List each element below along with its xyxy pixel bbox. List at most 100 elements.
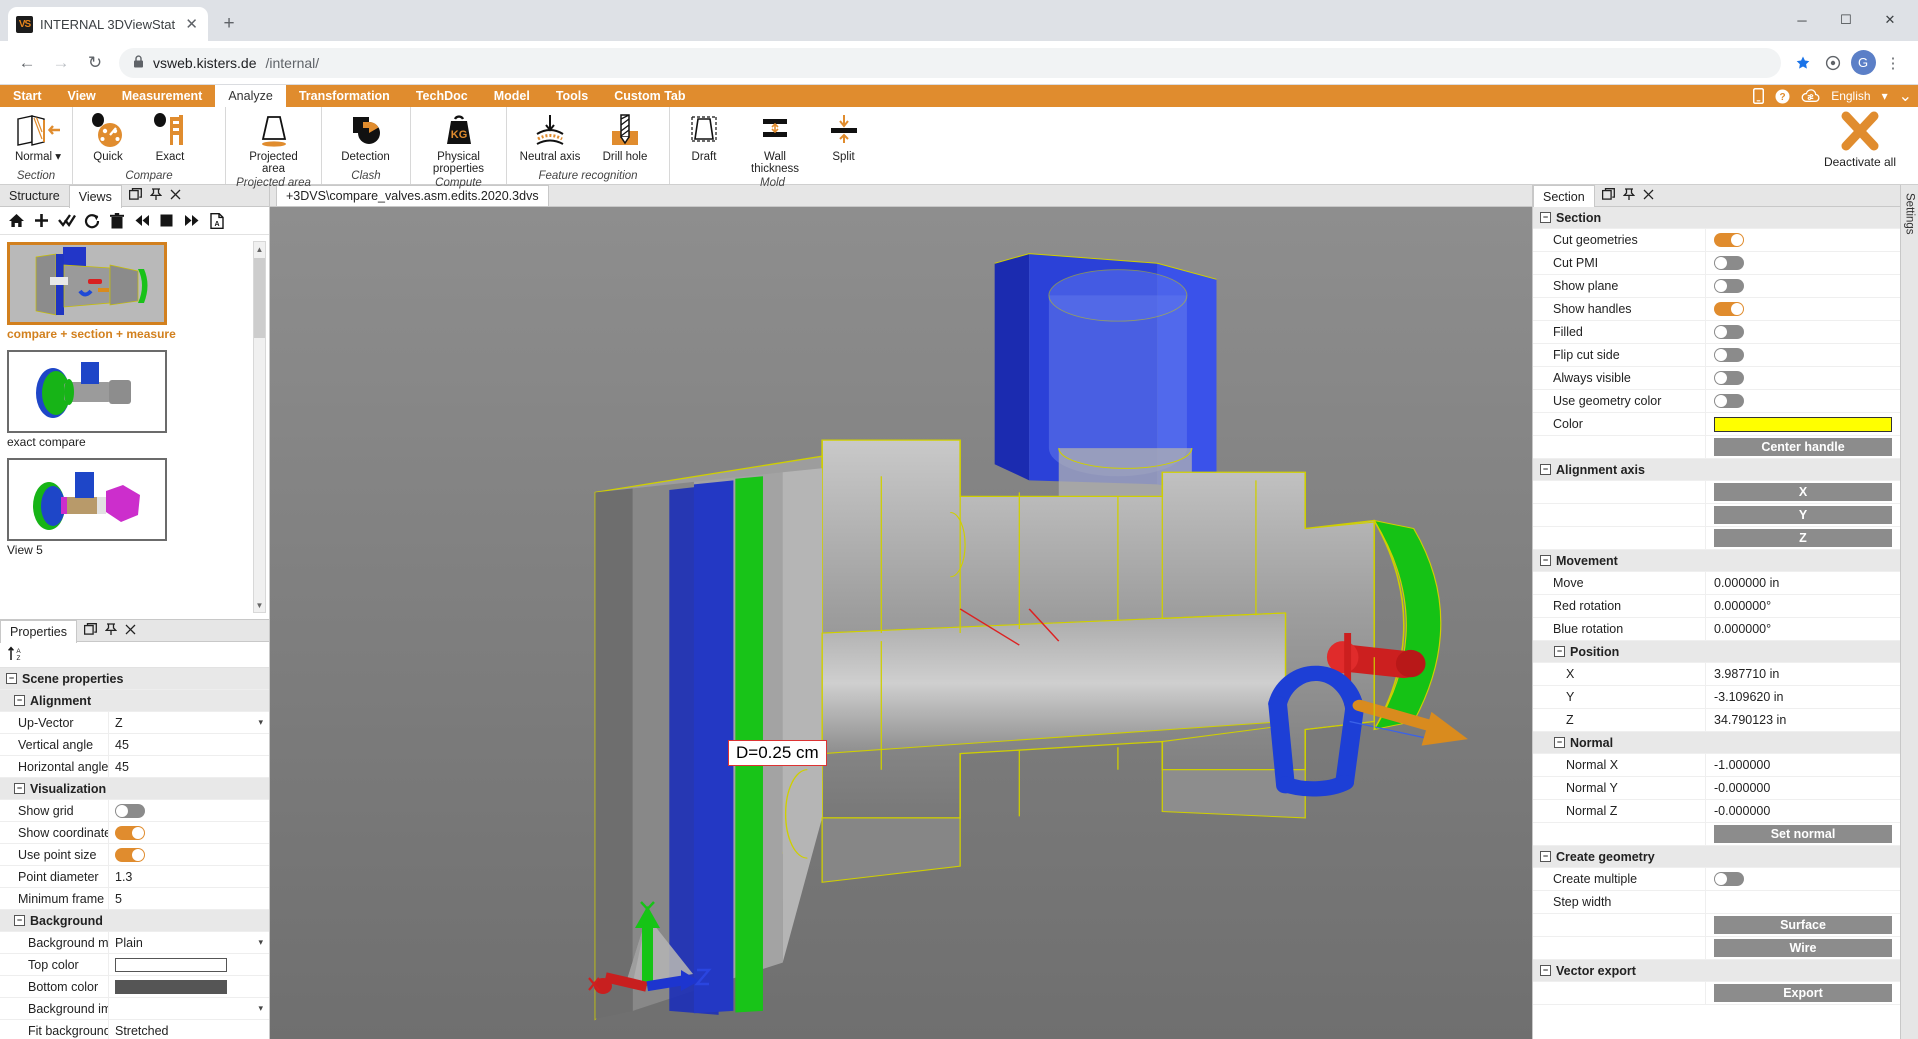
property-value[interactable]	[108, 976, 269, 997]
ribbon-tab-techdoc[interactable]: TechDoc	[403, 85, 481, 107]
scrollbar-thumb[interactable]	[254, 258, 265, 338]
undock-icon[interactable]	[1601, 188, 1615, 203]
ribbon-tab-tools[interactable]: Tools	[543, 85, 601, 107]
chevron-down-icon[interactable]: ▾	[258, 1003, 263, 1014]
refresh-icon[interactable]	[79, 208, 104, 233]
ribbon-button-exact-compare[interactable]: Exact	[139, 110, 201, 164]
delete-icon[interactable]	[104, 208, 129, 233]
collapse-icon[interactable]: −	[1554, 737, 1565, 748]
toggle-switch[interactable]	[1714, 371, 1744, 385]
ribbon-tab-analyze[interactable]: Analyze	[215, 85, 286, 107]
property-value[interactable]	[1705, 298, 1900, 320]
scroll-up-icon[interactable]: ▲	[254, 242, 265, 256]
property-value[interactable]: 0.000000°	[1705, 618, 1900, 640]
action-button[interactable]: Y	[1714, 506, 1892, 524]
action-button[interactable]: Surface	[1714, 916, 1892, 934]
help-icon[interactable]: ?	[1775, 89, 1790, 104]
url-input[interactable]: vsweb.kisters.de/internal/	[119, 47, 1781, 78]
property-value[interactable]: 0.000000°	[1705, 595, 1900, 617]
action-button[interactable]: Z	[1714, 529, 1892, 547]
property-value[interactable]: -0.000000	[1705, 777, 1900, 799]
ribbon-button-neutral-axis[interactable]: Neutral axis	[511, 110, 589, 164]
ribbon-button-quick-compare[interactable]: Quick	[77, 110, 139, 164]
close-icon[interactable]	[170, 189, 181, 203]
ribbon-button-clash-detection[interactable]: Detection	[326, 110, 405, 164]
color-swatch[interactable]	[1714, 416, 1892, 432]
toggle-switch[interactable]	[1714, 256, 1744, 270]
3d-viewport[interactable]: D=0.25 cm	[270, 207, 1532, 1039]
toggle-switch[interactable]	[1714, 302, 1744, 316]
settings-rail[interactable]: Settings	[1900, 185, 1918, 1039]
property-group-header[interactable]: − Position	[1533, 641, 1900, 663]
property-value[interactable]	[108, 800, 269, 821]
action-button[interactable]: X	[1714, 483, 1892, 501]
color-swatch[interactable]	[115, 979, 227, 994]
property-value[interactable]: Center handle	[1705, 436, 1900, 458]
collapse-icon[interactable]: −	[14, 695, 25, 706]
profile-avatar[interactable]: G	[1848, 48, 1878, 78]
property-value[interactable]	[1705, 275, 1900, 297]
undock-icon[interactable]	[83, 623, 97, 638]
views-scrollbar[interactable]: ▲ ▼	[253, 241, 266, 613]
property-value[interactable]: -1.000000	[1705, 754, 1900, 776]
toggle-switch[interactable]	[115, 847, 145, 862]
stop-icon[interactable]	[154, 208, 179, 233]
browser-menu-icon[interactable]: ⋮	[1878, 48, 1908, 78]
language-label[interactable]: English	[1831, 89, 1870, 103]
toggle-switch[interactable]	[115, 803, 145, 818]
toggle-switch[interactable]	[1714, 348, 1744, 362]
ribbon-button-split[interactable]: Split	[816, 110, 871, 164]
color-swatch[interactable]	[115, 957, 227, 972]
property-value[interactable]	[1705, 868, 1900, 890]
pin-icon[interactable]	[104, 622, 118, 639]
maximize-button[interactable]: ☐	[1824, 6, 1868, 34]
pdf-export-icon[interactable]: A	[204, 208, 229, 233]
property-value[interactable]	[1705, 229, 1900, 251]
section-properties-grid[interactable]: − Section Cut geometries Cut PMI Show plane S…	[1533, 207, 1900, 1039]
ribbon-tab-model[interactable]: Model	[481, 85, 543, 107]
toggle-switch[interactable]	[1714, 233, 1744, 247]
view-thumbnail[interactable]	[7, 242, 167, 325]
action-button[interactable]: Center handle	[1714, 438, 1892, 456]
tab-structure[interactable]: Structure	[0, 185, 69, 207]
property-value[interactable]	[1705, 891, 1900, 913]
collapse-icon[interactable]: −	[1540, 965, 1551, 976]
tab-section[interactable]: Section	[1533, 184, 1595, 208]
property-value[interactable]: ▾	[108, 998, 269, 1019]
property-value[interactable]	[1705, 367, 1900, 389]
property-value[interactable]: 34.790123 in	[1705, 709, 1900, 731]
next-icon[interactable]	[179, 208, 204, 233]
property-value[interactable]: 1.3	[108, 866, 269, 887]
view-thumbnail[interactable]	[7, 458, 167, 541]
action-button[interactable]: Export	[1714, 984, 1892, 1002]
property-group-header[interactable]: − Movement	[1533, 550, 1900, 572]
property-value[interactable]	[1705, 252, 1900, 274]
ribbon-button-wall-thickness[interactable]: Wall thickness	[734, 110, 816, 177]
close-window-button[interactable]: ✕	[1868, 6, 1912, 34]
property-value[interactable]	[108, 954, 269, 975]
tab-properties[interactable]: Properties	[0, 619, 77, 643]
ribbon-tab-start[interactable]: Start	[0, 85, 54, 107]
property-group-header[interactable]: − Alignment	[0, 690, 269, 712]
ribbon-tab-view[interactable]: View	[54, 85, 108, 107]
tab-views[interactable]: Views	[68, 184, 122, 208]
collapse-icon[interactable]: −	[6, 673, 17, 684]
property-value[interactable]: Export	[1705, 982, 1900, 1004]
property-value[interactable]: Y	[1705, 504, 1900, 526]
close-icon[interactable]	[125, 624, 136, 638]
list-item[interactable]: compare + section + measure	[7, 242, 269, 341]
property-group-header[interactable]: − Normal	[1533, 732, 1900, 754]
property-value[interactable]	[1705, 344, 1900, 366]
pin-icon[interactable]	[1622, 187, 1636, 204]
collapse-icon[interactable]: −	[1540, 212, 1551, 223]
property-value[interactable]: X	[1705, 481, 1900, 503]
toggle-switch[interactable]	[1714, 394, 1744, 408]
ribbon-tab-transformation[interactable]: Transformation	[286, 85, 403, 107]
apply-all-icon[interactable]	[54, 208, 79, 233]
property-value[interactable]	[1705, 390, 1900, 412]
property-value[interactable]: 5	[108, 888, 269, 909]
property-value[interactable]	[1705, 413, 1900, 435]
property-group-header[interactable]: − Vector export	[1533, 960, 1900, 982]
toggle-switch[interactable]	[1714, 872, 1744, 886]
ribbon-tab-measurement[interactable]: Measurement	[109, 85, 216, 107]
